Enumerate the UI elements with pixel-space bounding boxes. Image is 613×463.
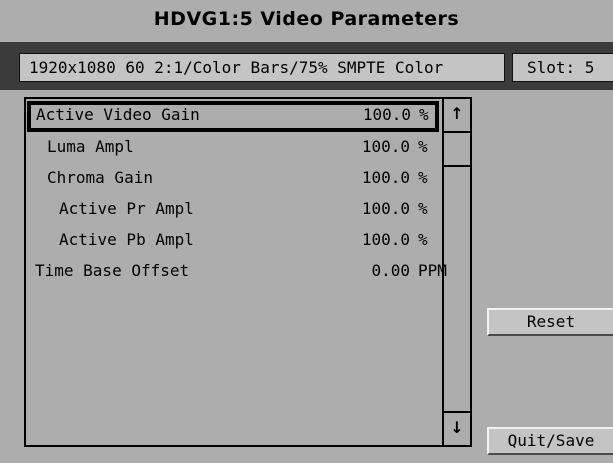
parameter-list: Active Video Gain 100.0% Luma Ampl 100.0% Ch… [26, 99, 447, 445]
parameter-unit: % [418, 168, 428, 187]
parameter-value: 0.00 [371, 261, 410, 280]
parameter-label: Time Base Offset [35, 261, 190, 280]
parameter-value: 100.0 [361, 137, 410, 156]
parameter-label: Luma Ampl [47, 137, 134, 156]
parameter-value: 100.0 [361, 230, 410, 249]
parameter-unit: % [418, 199, 428, 218]
scroll-thumb[interactable] [444, 131, 470, 167]
parameter-list-panel: Active Video Gain 100.0% Luma Ampl 100.0% Ch… [24, 97, 472, 447]
parameter-unit: % [418, 137, 428, 156]
parameter-value: 100.0 [361, 199, 410, 218]
scrollbar[interactable]: ↑ ↓ [442, 99, 470, 445]
parameter-unit: % [419, 105, 429, 124]
parameter-row[interactable]: Time Base Offset 0.00 PPM [26, 256, 447, 287]
arrow-down-icon[interactable]: ↓ [444, 411, 470, 445]
parameter-label: Active Video Gain [36, 105, 200, 124]
parameter-row[interactable]: Luma Ampl 100.0% [26, 132, 442, 163]
video-format-field: 1920x1080 60 2:1/Color Bars/75% SMPTE Co… [19, 53, 505, 82]
parameter-value: 100.0 [361, 168, 410, 187]
quit-save-button[interactable]: Quit/Save [487, 427, 613, 455]
parameter-row[interactable]: Active Pr Ampl 100.0% [26, 194, 442, 225]
slot-field: Slot: 5 [512, 53, 613, 82]
parameter-label: Active Pb Ampl [59, 230, 194, 249]
parameter-row[interactable]: Active Pb Ampl 100.0% [26, 225, 442, 256]
parameter-label: Active Pr Ampl [59, 199, 194, 218]
parameter-label: Chroma Gain [47, 168, 153, 187]
reset-button[interactable]: Reset [487, 308, 613, 336]
parameter-row[interactable]: Active Video Gain 100.0% [27, 101, 439, 132]
parameter-row[interactable]: Chroma Gain 100.0% [26, 163, 442, 194]
window-title: HDVG1:5 Video Parameters [153, 8, 460, 30]
parameter-unit: % [418, 230, 428, 249]
arrow-up-icon[interactable]: ↑ [444, 99, 470, 133]
parameter-value: 100.0 [362, 105, 411, 124]
